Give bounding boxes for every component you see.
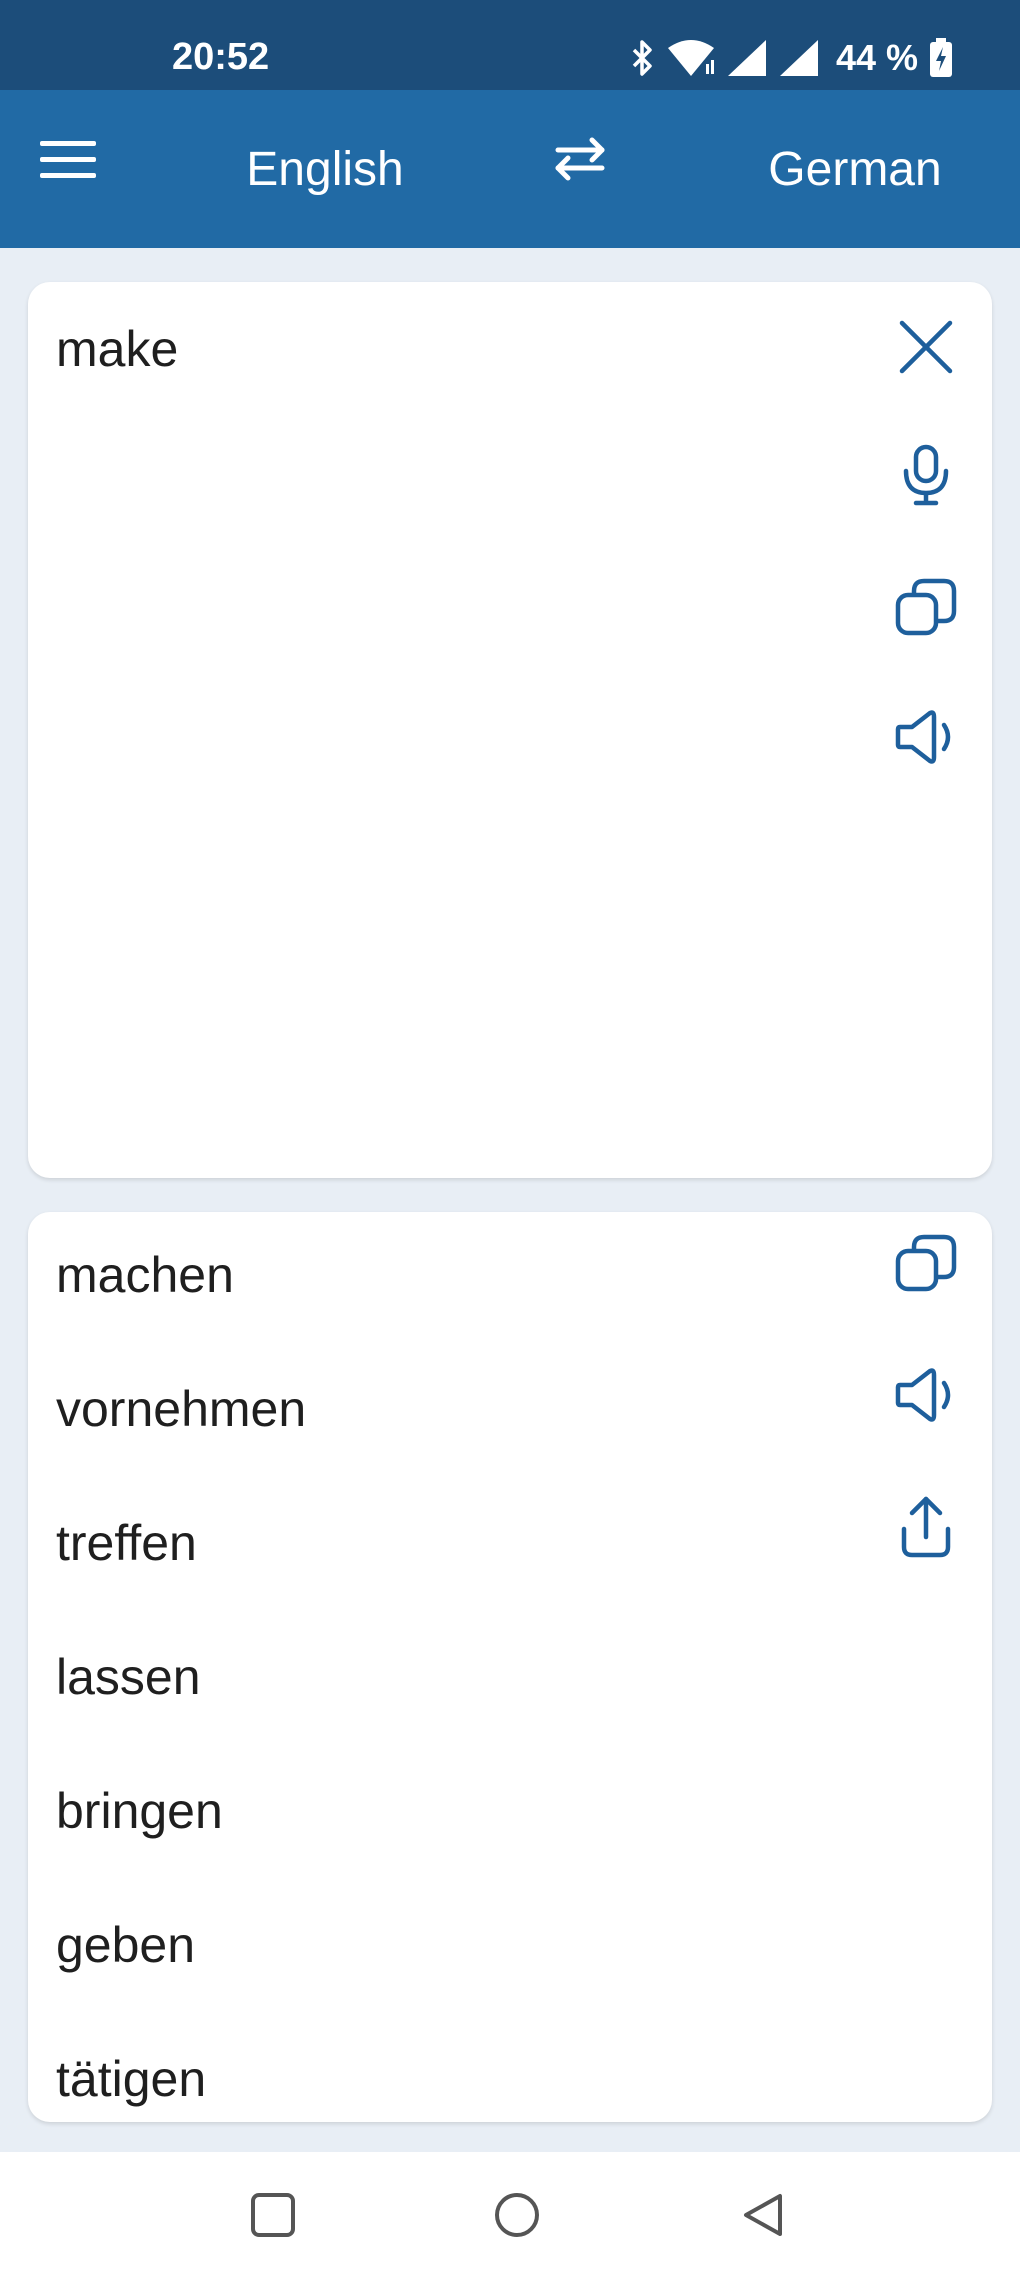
input-card: make [28,282,992,1178]
swap-languages-button[interactable] [550,134,630,204]
translation-item[interactable]: vornehmen [56,1384,306,1518]
share-translation-button[interactable] [881,1482,971,1572]
clear-button[interactable] [881,302,971,392]
menu-icon [40,141,96,178]
recents-square-icon [251,2193,295,2237]
copy-input-button[interactable] [881,562,971,652]
home-circle-icon [495,2193,539,2237]
copy-translation-button[interactable] [881,1218,971,1308]
wifi-icon [667,40,714,76]
battery-charging-icon [930,38,952,77]
translation-list: machen vornehmen treffen lassen bringen … [56,1250,306,2122]
target-language-button[interactable]: German [720,90,990,248]
translation-item[interactable]: bringen [56,1786,306,1920]
app-bar: English German [0,90,1020,248]
status-time: 20:52 [172,36,270,78]
back-triangle-icon [744,2194,782,2236]
source-language-button[interactable]: English [180,90,470,248]
translation-item[interactable]: treffen [56,1518,306,1652]
signal-icon [779,40,818,76]
share-icon [901,1496,951,1558]
bluetooth-icon [632,40,652,76]
translation-item[interactable]: geben [56,1920,306,2054]
status-icons: 44 % [630,36,954,80]
swap-arrows-icon [555,137,605,181]
microphone-icon [903,444,949,506]
close-icon [899,320,953,374]
speaker-icon [895,710,951,764]
translation-item[interactable]: lassen [56,1652,306,1786]
back-button[interactable] [718,2180,808,2250]
navigation-bar [0,2152,1020,2279]
speaker-icon [895,1368,951,1422]
result-card: machen vornehmen treffen lassen bringen … [28,1212,992,2122]
voice-input-button[interactable] [881,430,971,520]
copy-icon [895,578,957,636]
copy-icon [895,1234,957,1292]
speak-translation-button[interactable] [881,1350,971,1440]
status-bar: 20:52 44 % [0,0,1020,90]
translation-item[interactable]: machen [56,1250,306,1384]
recents-button[interactable] [228,2180,318,2250]
translation-item[interactable]: tätigen [56,2054,306,2122]
battery-percentage: 44 % [835,37,918,78]
menu-button[interactable] [40,140,120,200]
signal-icon [727,40,766,76]
home-button[interactable] [472,2180,562,2250]
source-text-input[interactable]: make [56,324,178,374]
speak-input-button[interactable] [881,692,971,782]
